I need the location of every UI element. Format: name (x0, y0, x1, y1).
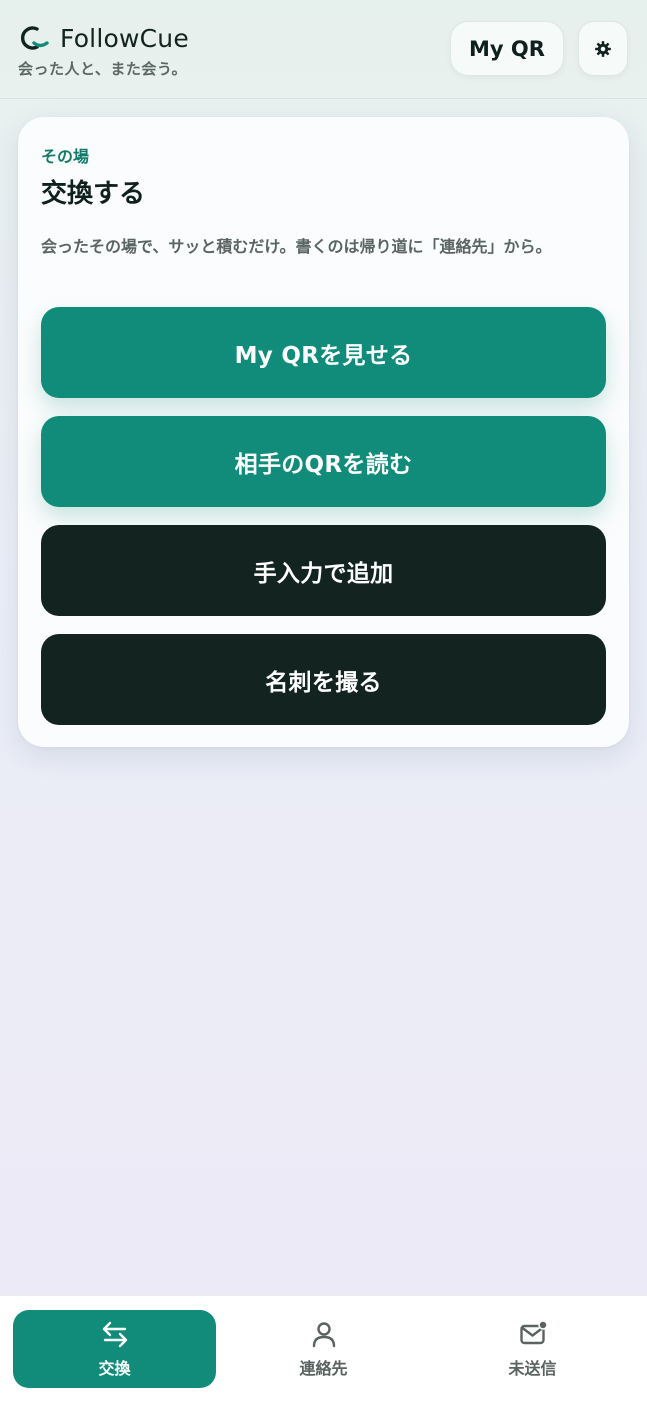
app-name: FollowCue (60, 23, 189, 53)
app-tagline: 会った人と、また会う。 (18, 60, 188, 78)
scan-qr-button[interactable]: 相手のQRを読む (41, 416, 606, 507)
brand-row: FollowCue (20, 20, 189, 56)
settings-button[interactable] (578, 21, 628, 76)
card-description: 会ったその場で、サッと積むだけ。書くのは帰り道に「連絡先」から。 (41, 237, 552, 256)
nav-label-contacts: 連絡先 (299, 1359, 348, 1378)
scan-business-card-button[interactable]: 名刺を撮る (41, 634, 606, 725)
nav-tab-contacts[interactable]: 連絡先 (222, 1310, 425, 1388)
nav-tab-exchange[interactable]: 交換 (13, 1310, 216, 1388)
swap-arrows-icon (102, 1321, 127, 1348)
exchange-card: その場 交換する 会ったその場で、サッと積むだけ。書くのは帰り道に「連絡先」から… (18, 117, 629, 747)
person-icon (312, 1322, 335, 1348)
show-my-qr-button[interactable]: My QRを見せる (41, 307, 606, 398)
followcue-logo-icon (20, 26, 49, 50)
mail-badge-icon (519, 1320, 548, 1345)
bottom-nav: 交換 連絡先 未送信 (0, 1295, 647, 1401)
card-eyebrow: その場 (41, 147, 90, 166)
nav-label-unsent: 未送信 (508, 1359, 557, 1378)
nav-tab-unsent[interactable]: 未送信 (431, 1310, 634, 1388)
brand: FollowCue 会った人と、また会う。 (18, 20, 189, 79)
gear-icon (595, 40, 611, 57)
nav-label-exchange: 交換 (98, 1359, 131, 1378)
card-title: 交換する (41, 179, 146, 209)
app-header: FollowCue 会った人と、また会う。 My QR (0, 0, 647, 99)
my-qr-button[interactable]: My QR (450, 21, 564, 76)
manual-add-button[interactable]: 手入力で追加 (41, 525, 606, 616)
